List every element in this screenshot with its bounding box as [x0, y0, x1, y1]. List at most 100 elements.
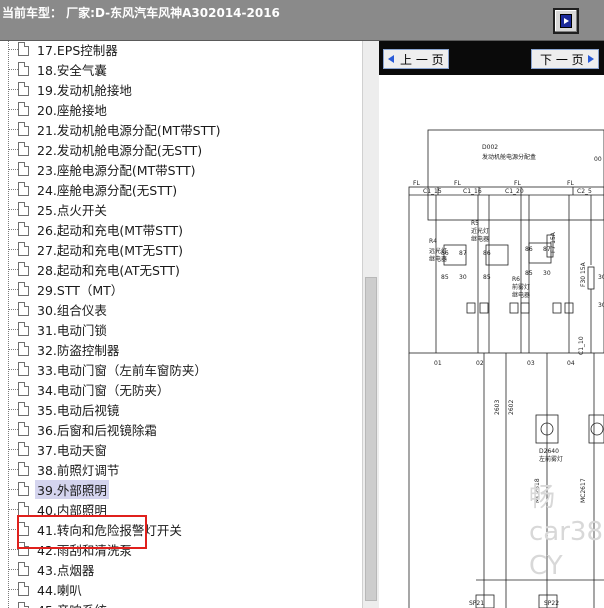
tree-item-label: 21.发动机舱电源分配(MT带STT): [37, 123, 221, 138]
tree-item-label: 19.发动机舱接地: [37, 83, 132, 98]
arrow-left-icon: [388, 55, 394, 63]
tree-connector: [9, 509, 18, 510]
document-icon: [18, 382, 29, 396]
tree-connector: [9, 349, 18, 350]
tree-item[interactable]: 32.防盗控制器: [0, 339, 300, 359]
prev-page-button[interactable]: 上 一 页: [383, 49, 449, 69]
title-bar: 当前车型： 厂家:D-东风汽车风神A302014-2016: [0, 0, 604, 41]
tree-item[interactable]: 39.外部照明: [0, 479, 300, 499]
tree-item[interactable]: 25.点火开关: [0, 199, 300, 219]
document-icon: [18, 182, 29, 196]
tree-item[interactable]: 18.安全气囊: [0, 59, 300, 79]
fuse-box-outline: [427, 129, 604, 221]
tree-item[interactable]: 43.点烟器: [0, 559, 300, 579]
svg-text:C2_5: C2_5: [577, 188, 592, 195]
tree-item-label: 25.点火开关: [37, 203, 107, 218]
tree-connector: [9, 109, 18, 110]
svg-text:86: 86: [441, 250, 449, 257]
tree-connector: [9, 449, 18, 450]
tree-connector: [9, 249, 18, 250]
tree-item[interactable]: 28.起动和充电(AT无STT): [0, 259, 300, 279]
diagram-viewer: 上 一 页 下 一 页 D002 发动机舱电源分配盒 FL FL FL FL C…: [379, 41, 604, 608]
svg-text:前雾灯: 前雾灯: [512, 283, 530, 291]
svg-text:FL: FL: [567, 180, 574, 187]
tree-item-label: 35.电动后视镜: [37, 403, 120, 418]
tree-item-label: 36.后窗和后视镜除霜: [37, 423, 157, 438]
document-icon: [18, 322, 29, 336]
svg-text:00: 00: [594, 156, 602, 163]
chapter-tree: 17.EPS控制器 18.安全气囊 19.发动机舱接地 20.座舱接地 21.发动机舱电…: [0, 41, 362, 608]
tree-connector: [9, 209, 18, 210]
tree-connector: [9, 49, 18, 50]
tree-scrollbar[interactable]: [362, 41, 379, 608]
svg-text:2603: 2603: [494, 400, 501, 415]
tree-item[interactable]: 36.后窗和后视镜除霜: [0, 419, 300, 439]
tree-item-label: 34.电动门窗（无防夹）: [37, 383, 170, 398]
svg-text:继电器: 继电器: [512, 291, 530, 299]
inner-block: [408, 186, 604, 354]
wiring-diagram: D002 发动机舱电源分配盒 FL FL FL FL C1_15 C1_16 C…: [408, 129, 604, 608]
tree-connector: [9, 289, 18, 290]
tree-item[interactable]: 22.发动机舱电源分配(无STT): [0, 139, 300, 159]
svg-text:85: 85: [483, 274, 491, 281]
d002-desc: 发动机舱电源分配盒: [482, 153, 536, 161]
tree-item[interactable]: 33.电动门窗（左前车窗防夹）: [0, 359, 300, 379]
tree-item[interactable]: 34.电动门窗（无防夹）: [0, 379, 300, 399]
current-model-title: 当前车型： 厂家:D-东风汽车风神A302014-2016: [2, 6, 280, 20]
scrollbar-thumb[interactable]: [365, 277, 377, 601]
tree-item[interactable]: 37.电动天窗: [0, 439, 300, 459]
toggle-panel-button[interactable]: [553, 8, 579, 34]
svg-text:30: 30: [543, 270, 551, 277]
tree-item[interactable]: 45.音响系统: [0, 599, 300, 608]
tree-item-label: 27.起动和充电(MT无STT): [37, 243, 184, 258]
tree-item[interactable]: 38.前照灯调节: [0, 459, 300, 479]
tree-connector: [9, 589, 18, 590]
document-icon: [18, 582, 29, 596]
document-icon: [18, 422, 29, 436]
tree-item[interactable]: 35.电动后视镜: [0, 399, 300, 419]
tree-item[interactable]: 30.组合仪表: [0, 299, 300, 319]
next-page-button[interactable]: 下 一 页: [531, 49, 599, 69]
document-icon: [18, 42, 29, 56]
tree-connector: [9, 569, 18, 570]
document-icon: [18, 502, 29, 516]
tree-item[interactable]: 26.起动和充电(MT带STT): [0, 219, 300, 239]
document-icon: [18, 402, 29, 416]
tree-item[interactable]: 19.发动机舱接地: [0, 79, 300, 99]
svg-text:30: 30: [598, 302, 604, 309]
svg-text:30: 30: [459, 274, 467, 281]
tree-connector: [9, 429, 18, 430]
tree-item-label: 18.安全气囊: [37, 63, 107, 78]
tree-item-label: 37.电动天窗: [37, 443, 107, 458]
document-icon: [18, 462, 29, 476]
svg-text:MC2617: MC2617: [580, 478, 587, 503]
svg-text:C1_20: C1_20: [505, 188, 524, 195]
tree-item-label: 26.起动和充电(MT带STT): [37, 223, 184, 238]
svg-text:R4: R4: [429, 238, 437, 245]
tree-item-label: 43.点烟器: [37, 563, 95, 578]
tree-item-label: 23.座舱电源分配(MT带STT): [37, 163, 196, 178]
tree-connector: [9, 169, 18, 170]
svg-text:30: 30: [598, 274, 604, 281]
tree-item[interactable]: 24.座舱电源分配(无STT): [0, 179, 300, 199]
tree-item[interactable]: 29.STT（MT）: [0, 279, 300, 299]
tree-item[interactable]: 31.电动门锁: [0, 319, 300, 339]
tree-connector: [9, 389, 18, 390]
tree-item[interactable]: 21.发动机舱电源分配(MT带STT): [0, 119, 300, 139]
svg-text:继电器: 继电器: [471, 235, 489, 243]
tree-connector: [9, 89, 18, 90]
tree-item[interactable]: 23.座舱电源分配(MT带STT): [0, 159, 300, 179]
svg-text:85: 85: [441, 274, 449, 281]
svg-text:FL: FL: [454, 180, 461, 187]
tree-item[interactable]: 17.EPS控制器: [0, 41, 300, 59]
arrow-right-icon: [588, 55, 594, 63]
svg-text:FL: FL: [413, 180, 420, 187]
tree-item[interactable]: 27.起动和充电(MT无STT): [0, 239, 300, 259]
tree-item[interactable]: 44.喇叭: [0, 579, 300, 599]
tree-item-label: 39.外部照明: [35, 480, 109, 499]
tree-item-label: 28.起动和充电(AT无STT): [37, 263, 180, 278]
tree-connector: [9, 129, 18, 130]
tree-item[interactable]: 20.座舱接地: [0, 99, 300, 119]
tree-item-label: 38.前照灯调节: [37, 463, 120, 478]
svg-text:01: 01: [434, 360, 442, 367]
